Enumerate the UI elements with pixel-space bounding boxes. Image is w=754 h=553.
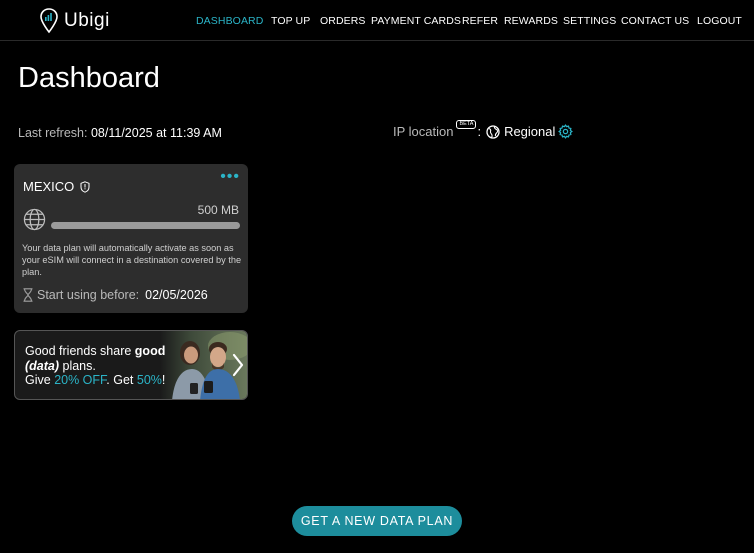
nav-top-up[interactable]: TOP UP <box>271 15 310 27</box>
ip-location: IP location BETA : Regional <box>393 120 574 139</box>
plan-country: MEXICO <box>23 179 90 194</box>
nav-dashboard[interactable]: DASHBOARD <box>196 15 263 27</box>
world-icon <box>486 124 500 139</box>
nav-settings[interactable]: SETTINGS <box>563 15 616 27</box>
top-navigation-bar: Ubigi DASHBOARD TOP UP ORDERS PAYMENT CA… <box>0 0 754 41</box>
data-usage-progress-bar <box>51 222 240 229</box>
chevron-right-icon[interactable] <box>232 353 244 377</box>
ip-location-separator: : <box>477 124 482 139</box>
promo-give-off: 20% OFF <box>54 373 107 387</box>
hourglass-icon <box>23 288 33 302</box>
referral-promo-banner[interactable]: Good friends share good (data) plans. Gi… <box>14 330 248 400</box>
globe-icon <box>23 208 46 231</box>
promo-get-percent: 50% <box>136 373 162 387</box>
brand-name: Ubigi <box>64 10 110 31</box>
promo-line3-prefix: Give <box>25 373 55 387</box>
promo-message: Good friends share good (data) plans. Gi… <box>25 344 165 388</box>
last-refresh: Last refresh: 08/11/2025 at 11:39 AM <box>18 126 222 140</box>
plan-data-amount: 500 MB <box>197 203 239 217</box>
nav-payment-cards[interactable]: PAYMENT CARDS <box>371 15 461 27</box>
start-using-date: 02/05/2026 <box>145 288 208 302</box>
nav-rewards[interactable]: REWARDS <box>504 15 558 27</box>
gear-icon[interactable] <box>558 124 574 139</box>
plan-country-name: MEXICO <box>23 179 75 194</box>
ip-location-value: Regional <box>504 124 556 139</box>
promo-line2-rest: plans. <box>59 358 96 373</box>
beta-badge: BETA <box>456 120 477 129</box>
promo-line3-end: ! <box>161 373 166 387</box>
start-using-label: Start using before: <box>37 288 140 302</box>
last-refresh-date: 08/11/2025 <box>90 126 153 140</box>
promo-line1-bold: good <box>134 344 166 358</box>
get-new-data-plan-button[interactable]: GET A NEW DATA PLAN <box>292 506 462 536</box>
data-plan-card[interactable]: MEXICO ••• 500 MB Your data plan will au… <box>14 164 248 313</box>
last-refresh-time: 11:39 AM <box>170 126 222 140</box>
promo-line1-prefix: Good friends share <box>25 344 135 358</box>
ip-location-label: IP location <box>393 124 454 139</box>
nav-orders[interactable]: ORDERS <box>320 15 366 27</box>
promo-line2-italic: (data) <box>25 358 60 373</box>
more-dots-icon[interactable]: ••• <box>220 169 240 185</box>
nav-contact-us[interactable]: CONTACT US <box>621 15 689 27</box>
brand-logo[interactable]: Ubigi <box>40 8 110 34</box>
plan-activation-note: Your data plan will automatically activa… <box>22 243 242 277</box>
promo-line3-mid: . Get <box>106 373 137 387</box>
nav-refer[interactable]: REFER <box>462 15 498 27</box>
page-title: Dashboard <box>18 62 160 94</box>
shield-info-icon <box>80 180 90 193</box>
location-pin-signal-icon <box>40 8 58 34</box>
last-refresh-label: Last refresh: <box>18 126 88 140</box>
nav-logout[interactable]: LOGOUT <box>697 15 742 27</box>
last-refresh-at: at <box>156 126 167 140</box>
start-using-before: Start using before: 02/05/2026 <box>23 288 208 302</box>
